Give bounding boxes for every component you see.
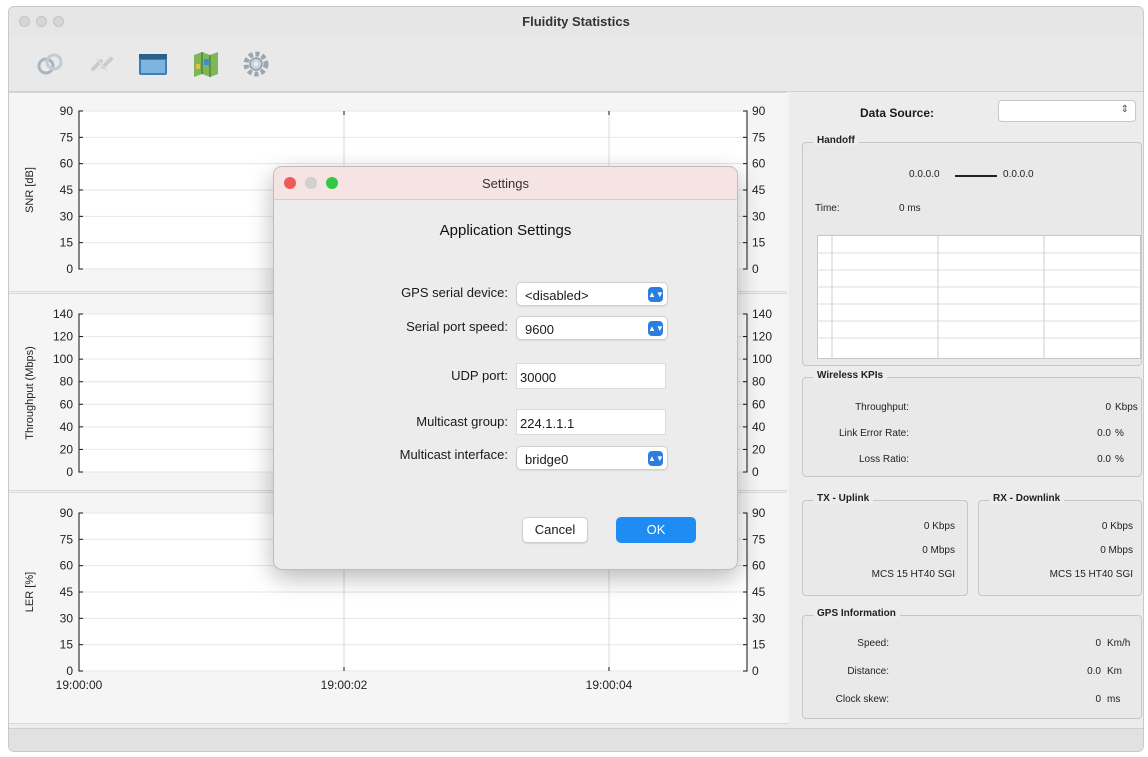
gps-serial-device-select[interactable]: <disabled> ▲▼ (516, 282, 668, 306)
select-arrows-icon: ▲▼ (648, 287, 664, 302)
multicast-interface-value: bridge0 (525, 452, 569, 467)
dialog-title: Settings (482, 176, 529, 191)
select-arrows-icon: ▲▼ (648, 321, 664, 336)
cancel-button[interactable]: Cancel (522, 517, 588, 543)
multicast-interface-label: Multicast interface: (399, 447, 508, 462)
settings-dialog: Settings Application Settings GPS serial… (273, 166, 738, 570)
udp-port-value: 30000 (520, 370, 557, 385)
ok-button[interactable]: OK (616, 517, 696, 543)
multicast-group-value: 224.1.1.1 (520, 416, 575, 431)
udp-port-label: UDP port: (451, 368, 508, 383)
serial-port-speed-label: Serial port speed: (406, 319, 508, 334)
serial-port-speed-select[interactable]: 9600 ▲▼ (516, 316, 668, 340)
multicast-group-label: Multicast group: (416, 414, 508, 429)
dialog-heading: Application Settings (439, 222, 572, 239)
serial-port-speed-value: 9600 (525, 322, 554, 337)
gps-serial-device-label: GPS serial device: (401, 285, 508, 300)
modal-overlay: Settings Application Settings GPS serial… (0, 0, 1148, 757)
select-arrows-icon: ▲▼ (648, 451, 664, 466)
multicast-interface-select[interactable]: bridge0 ▲▼ (516, 446, 668, 470)
multicast-group-input[interactable]: 224.1.1.1 (516, 409, 666, 435)
udp-port-input[interactable]: 30000 (516, 363, 666, 389)
gps-serial-device-value: <disabled> (525, 288, 589, 303)
dialog-title-bar: Settings (274, 167, 737, 200)
